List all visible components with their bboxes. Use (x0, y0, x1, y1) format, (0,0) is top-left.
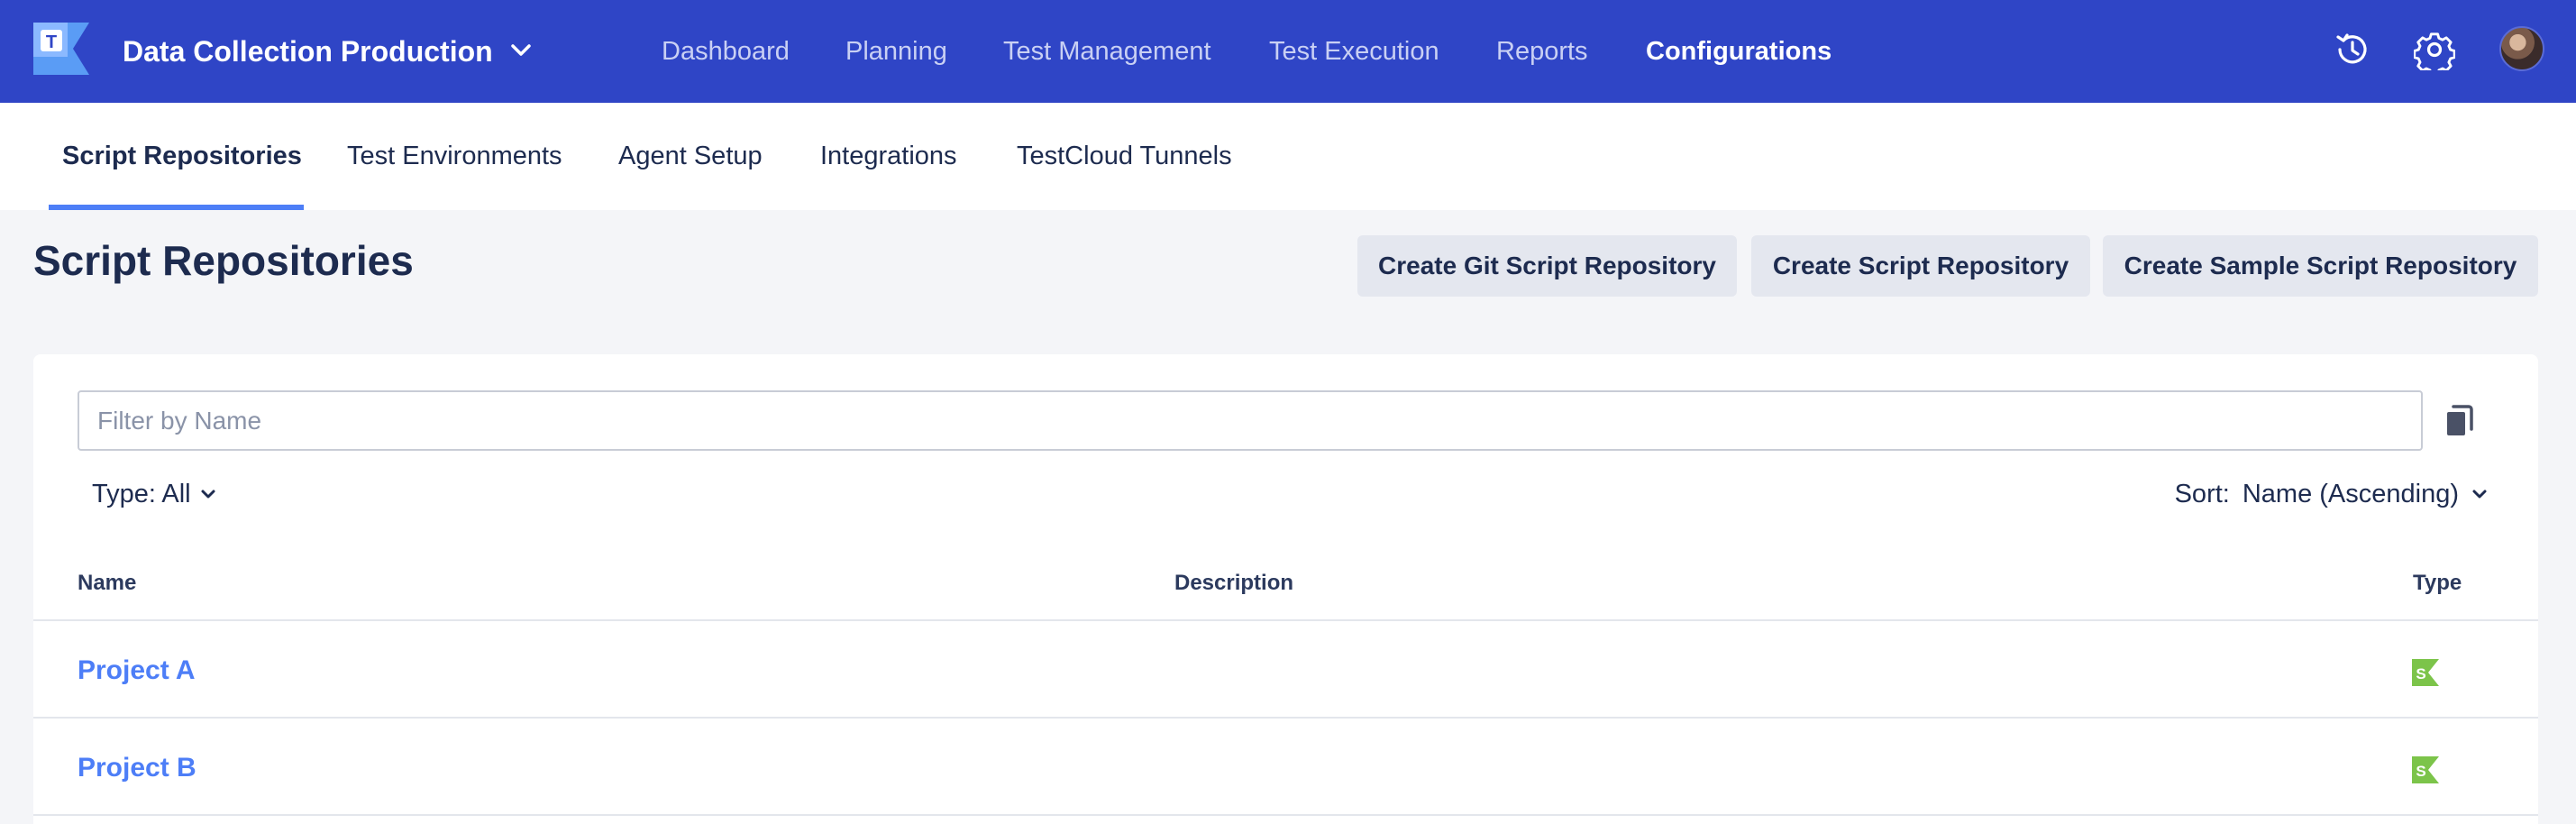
repository-name-link[interactable]: Project B (78, 753, 196, 783)
nav-planning[interactable]: Planning (845, 0, 947, 103)
svg-text:S: S (2416, 665, 2425, 682)
sort-prefix: Sort: (2174, 479, 2230, 508)
nav-configurations[interactable]: Configurations (1646, 0, 1832, 103)
copy-icon[interactable] (2438, 399, 2481, 443)
testops-logo-icon[interactable]: T (33, 23, 89, 75)
user-avatar[interactable] (2499, 26, 2544, 71)
katalon-studio-icon: S (2412, 659, 2439, 686)
column-header-type: Type (2413, 571, 2462, 595)
create-sample-script-repository-button[interactable]: Create Sample Script Repository (2103, 235, 2538, 297)
table-header-divider (33, 619, 2538, 621)
tab-integrations[interactable]: Integrations (820, 103, 957, 210)
row-divider (33, 717, 2538, 719)
tab-testcloud-tunnels[interactable]: TestCloud Tunnels (1017, 103, 1232, 210)
gear-icon[interactable] (2407, 23, 2462, 77)
repositories-card: Type: All Sort: Name (Ascending) Name De… (33, 354, 2538, 824)
chevron-down-icon (2472, 490, 2487, 499)
nav-reports[interactable]: Reports (1496, 0, 1588, 103)
nav-test-execution[interactable]: Test Execution (1269, 0, 1439, 103)
create-script-repository-button[interactable]: Create Script Repository (1751, 235, 2090, 297)
filter-by-name-input[interactable] (78, 390, 2423, 451)
chevron-down-icon (201, 490, 215, 499)
sort-dropdown[interactable]: Sort: Name (Ascending) (2175, 472, 2488, 517)
history-icon[interactable] (2325, 23, 2380, 77)
svg-text:T: T (46, 32, 57, 52)
active-tab-indicator (49, 205, 304, 210)
create-git-script-repository-button[interactable]: Create Git Script Repository (1357, 235, 1737, 297)
top-navigation-bar: T Data Collection Production Dashboard P… (0, 0, 2576, 103)
nav-dashboard[interactable]: Dashboard (662, 0, 790, 103)
type-filter-dropdown[interactable]: Type: All (92, 472, 216, 517)
nav-test-management[interactable]: Test Management (1003, 0, 1211, 103)
row-divider (33, 814, 2538, 816)
configuration-subnav: Script Repositories Test Environments Ag… (0, 103, 2576, 210)
page-title: Script Repositories (33, 237, 414, 284)
chevron-down-icon[interactable] (505, 34, 537, 67)
sort-value: Name (Ascending) (2242, 479, 2459, 508)
repository-name-link[interactable]: Project A (78, 655, 196, 686)
svg-text:S: S (2416, 763, 2425, 780)
tab-test-environments[interactable]: Test Environments (347, 103, 562, 210)
project-name[interactable]: Data Collection Production (123, 0, 493, 103)
column-header-name[interactable]: Name (78, 571, 136, 596)
tab-script-repositories[interactable]: Script Repositories (62, 103, 302, 210)
column-header-description: Description (1174, 571, 1294, 595)
katalon-studio-icon: S (2412, 756, 2439, 783)
tab-agent-setup[interactable]: Agent Setup (618, 103, 763, 210)
type-filter-label: Type: All (92, 479, 191, 508)
